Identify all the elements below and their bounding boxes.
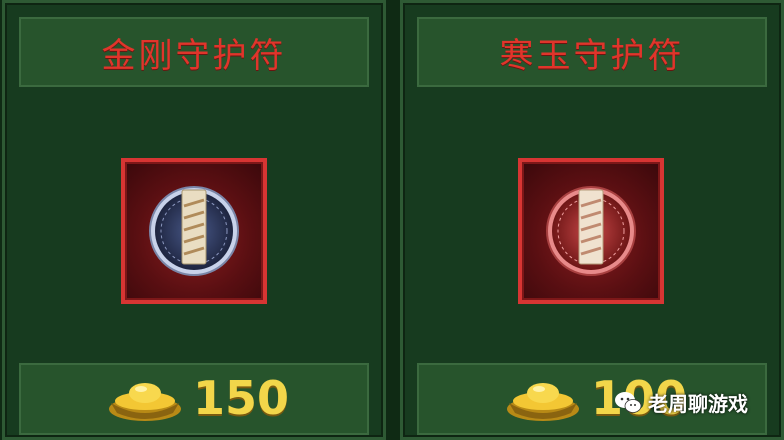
price-bar: 150: [19, 363, 369, 435]
item-name: 金刚守护符: [101, 35, 287, 76]
item-title-bar: 金刚守护符: [19, 17, 369, 87]
shop-card-vajra-amulet[interactable]: 金刚守护符 150: [2, 0, 386, 440]
shop-card-jade-amulet[interactable]: 寒玉守护符 100: [400, 0, 784, 440]
watermark-text: 老周聊游戏: [648, 392, 748, 416]
jade-amulet-icon: [546, 186, 636, 276]
price-amount: 150: [193, 371, 290, 425]
gold-ingot-icon: [507, 383, 579, 421]
item-name: 寒玉守护符: [499, 35, 685, 76]
item-title-bar: 寒玉守护符: [417, 17, 767, 87]
watermark: 老周聊游戏: [614, 388, 748, 417]
wechat-icon: [615, 391, 642, 413]
vajra-amulet-icon: [149, 186, 239, 276]
gold-ingot-icon: [109, 383, 181, 421]
item-slot[interactable]: [121, 158, 267, 304]
item-slot[interactable]: [518, 158, 664, 304]
